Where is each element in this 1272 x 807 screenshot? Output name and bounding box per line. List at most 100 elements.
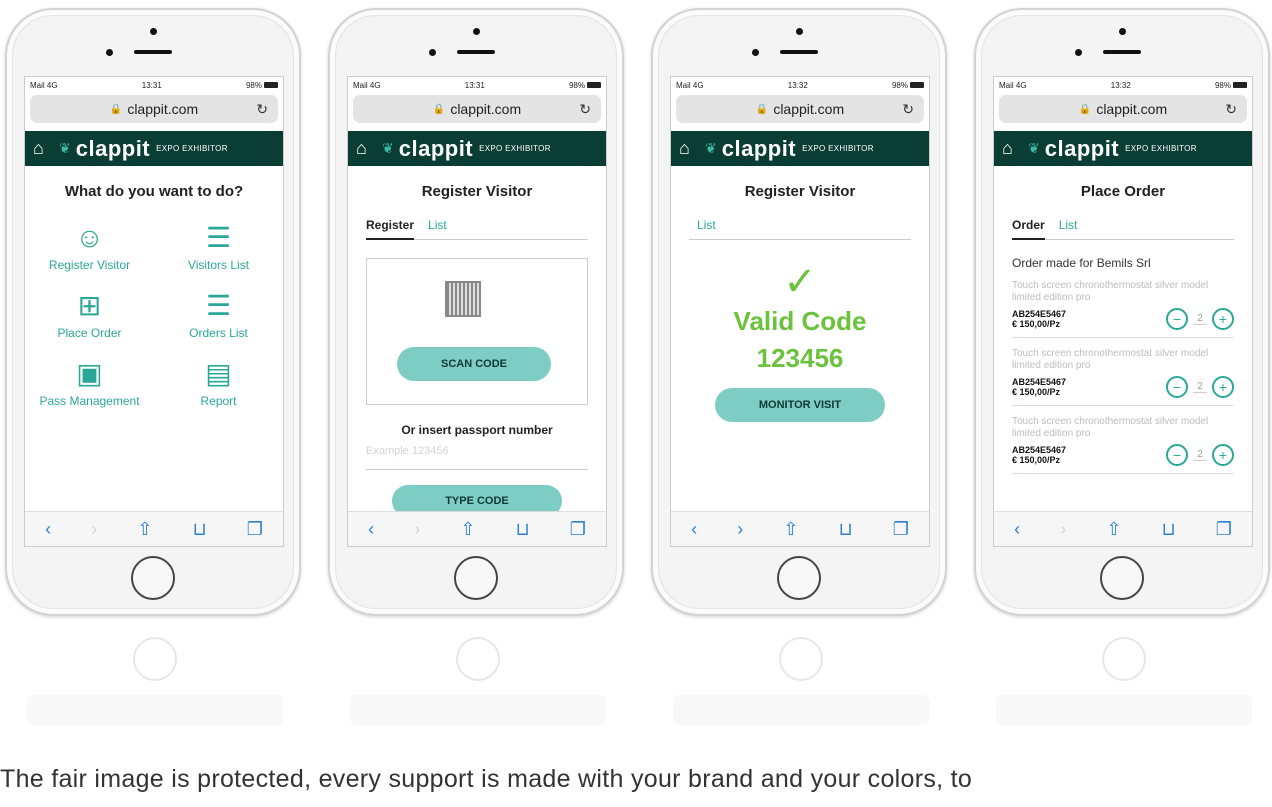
- reload-icon[interactable]: ↻: [579, 101, 591, 118]
- tab-bar: List: [689, 218, 911, 240]
- tab-list[interactable]: List: [1059, 218, 1078, 232]
- product-name: Touch screen chronothermostat silver mod…: [1012, 280, 1209, 303]
- minus-icon[interactable]: −: [1166, 376, 1188, 398]
- product-code: AB254E5467: [1012, 377, 1067, 387]
- app-header: ⌂ ❦ clappit EXPO EXHIBITOR: [348, 131, 606, 166]
- speaker: [780, 50, 818, 54]
- battery-text: 98%: [1214, 80, 1231, 90]
- reload-icon[interactable]: ↻: [902, 101, 914, 118]
- home-icon[interactable]: ⌂: [1002, 138, 1028, 159]
- plus-icon[interactable]: +: [1212, 308, 1234, 330]
- forward-icon[interactable]: ›: [737, 519, 743, 540]
- share-icon[interactable]: ⇧: [460, 519, 475, 540]
- home-button[interactable]: [454, 556, 498, 600]
- quantity-value[interactable]: 2: [1193, 313, 1207, 325]
- tabs-icon[interactable]: ❐: [1216, 519, 1232, 540]
- home-button[interactable]: [777, 556, 821, 600]
- speaker: [1103, 50, 1141, 54]
- app-header: ⌂ ❦ clappit EXPO EXHIBITOR: [25, 131, 283, 166]
- back-icon[interactable]: ‹: [45, 519, 51, 540]
- passport-input[interactable]: Example 123456: [366, 445, 588, 470]
- tab-order[interactable]: Order: [1012, 218, 1045, 240]
- plus-icon[interactable]: +: [1212, 376, 1234, 398]
- minus-icon[interactable]: −: [1166, 444, 1188, 466]
- quantity-value[interactable]: 2: [1193, 381, 1207, 393]
- network: 4G: [1015, 80, 1027, 90]
- tab-list[interactable]: List: [428, 218, 447, 232]
- forward-icon[interactable]: ›: [1060, 519, 1066, 540]
- scan-code-button[interactable]: SCAN CODE: [397, 347, 551, 381]
- reload-icon[interactable]: ↻: [1225, 101, 1237, 118]
- phone-4: Mail 4G 13:32 98% 🔒 clappit.com ↻ ⌂ ❦ cl…: [974, 8, 1272, 616]
- lock-icon: 🔒: [432, 103, 446, 115]
- address-bar[interactable]: 🔒 clappit.com ↻: [353, 95, 601, 123]
- browser-toolbar: ‹ › ⇧ ⊔ ❐: [25, 511, 283, 546]
- orders-list-button[interactable]: ☰ Orders List: [154, 290, 283, 340]
- content: Register Visitor Register List SCAN CODE…: [348, 183, 606, 529]
- share-icon[interactable]: ⇧: [783, 519, 798, 540]
- place-order-button[interactable]: ⊞ Place Order: [25, 290, 154, 340]
- address-bar[interactable]: 🔒 clappit.com ↻: [999, 95, 1247, 123]
- content: Register Visitor List ✓ Valid Code 12345…: [671, 183, 929, 529]
- app-header: ⌂ ❦ clappit EXPO EXHIBITOR: [994, 131, 1252, 166]
- scan-area: SCAN CODE: [366, 258, 588, 405]
- home-button[interactable]: [131, 556, 175, 600]
- pass-icon: ▣: [76, 358, 103, 389]
- back-icon[interactable]: ‹: [691, 519, 697, 540]
- logo-icon: ❦: [1028, 140, 1040, 156]
- quantity-value[interactable]: 2: [1193, 449, 1207, 461]
- bookmarks-icon[interactable]: ⊔: [516, 519, 530, 540]
- address-bar[interactable]: 🔒 clappit.com ↻: [30, 95, 278, 123]
- item-label: Visitors List: [187, 258, 250, 272]
- logo-icon: ❦: [382, 140, 394, 156]
- share-icon[interactable]: ⇧: [1106, 519, 1121, 540]
- report-button[interactable]: ▤ Report: [154, 358, 283, 408]
- battery-icon: [1233, 82, 1247, 89]
- logo-icon: ❦: [59, 140, 71, 156]
- phone-3: Mail 4G 13:32 98% 🔒 clappit.com ↻ ⌂ ❦ cl…: [651, 8, 951, 616]
- reload-icon[interactable]: ↻: [256, 101, 268, 118]
- browser-toolbar: ‹ › ⇧ ⊔ ❐: [671, 511, 929, 546]
- tabs-icon[interactable]: ❐: [893, 519, 909, 540]
- tabs-icon[interactable]: ❐: [570, 519, 586, 540]
- home-icon[interactable]: ⌂: [356, 138, 382, 159]
- screen: Mail 4G 13:31 98% 🔒 clappit.com ↻ ⌂ ❦ cl…: [347, 76, 607, 547]
- product-row: AB254E5467 € 150,00/Pz − 2 +: [1012, 444, 1234, 466]
- home-icon[interactable]: ⌂: [33, 138, 59, 159]
- visitors-list-button[interactable]: ☰ Visitors List: [154, 222, 283, 272]
- item-label: Report: [200, 394, 237, 408]
- share-icon[interactable]: ⇧: [137, 519, 152, 540]
- forward-icon[interactable]: ›: [414, 519, 420, 540]
- back-icon[interactable]: ‹: [368, 519, 374, 540]
- url-text: clappit.com: [1096, 101, 1168, 117]
- bookmarks-icon[interactable]: ⊔: [1162, 519, 1176, 540]
- bookmarks-icon[interactable]: ⊔: [193, 519, 207, 540]
- report-icon: ▤: [205, 358, 232, 389]
- caption-text: The fair image is protected, every suppo…: [0, 765, 973, 793]
- orders-list-icon: ☰: [205, 290, 232, 321]
- forward-icon[interactable]: ›: [91, 519, 97, 540]
- address-bar[interactable]: 🔒 clappit.com ↻: [676, 95, 924, 123]
- bookmarks-icon[interactable]: ⊔: [839, 519, 853, 540]
- back-icon[interactable]: ‹: [1014, 519, 1020, 540]
- minus-icon[interactable]: −: [1166, 308, 1188, 330]
- register-visitor-button[interactable]: ☺ Register Visitor: [25, 222, 154, 272]
- home-icon[interactable]: ⌂: [679, 138, 705, 159]
- tab-list[interactable]: List: [697, 218, 716, 232]
- reflection-toolbar: [996, 695, 1252, 725]
- passport-label: Or insert passport number: [401, 423, 553, 437]
- phone-reflection: [5, 615, 305, 755]
- monitor-visit-button[interactable]: MONITOR VISIT: [715, 388, 885, 422]
- home-button[interactable]: [1100, 556, 1144, 600]
- visitor-code: 123456: [756, 343, 844, 373]
- clock: 13:31: [464, 80, 485, 90]
- tabs-icon[interactable]: ❐: [247, 519, 263, 540]
- product-price: € 150,00/Pz: [1012, 387, 1061, 397]
- carrier: Mail: [30, 80, 45, 90]
- page-title: Register Visitor: [421, 183, 533, 200]
- page-title: Place Order: [1080, 183, 1166, 200]
- tab-register[interactable]: Register: [366, 218, 415, 240]
- plus-icon[interactable]: +: [1212, 444, 1234, 466]
- brand-sub: EXPO EXHIBITOR: [1125, 144, 1197, 153]
- pass-management-button[interactable]: ▣ Pass Management: [25, 358, 154, 408]
